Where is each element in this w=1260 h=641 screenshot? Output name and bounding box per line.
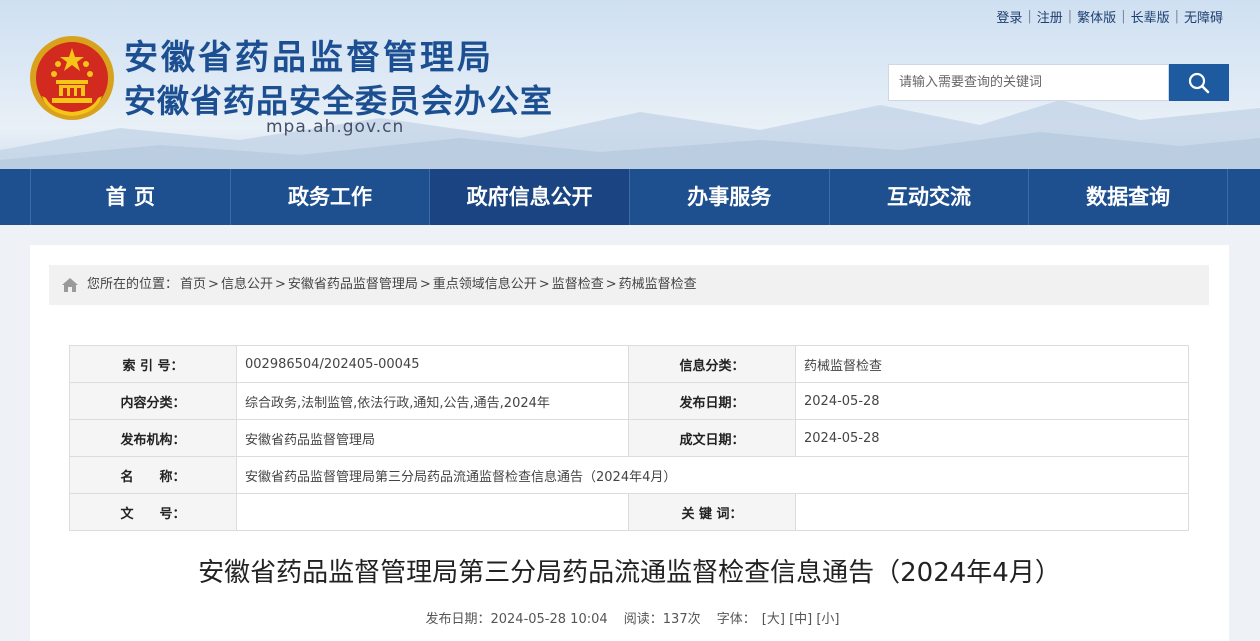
nav-data-query[interactable]: 数据查询 <box>1028 169 1228 225</box>
table-row: 内容分类： 综合政务,法制监管,依法行政,通知,公告,通告,2024年 发布日期… <box>69 382 1189 420</box>
index-label: 索 引 号： <box>69 345 237 383</box>
index-value: 002986504/202405-00045 <box>236 345 629 383</box>
nav-interaction[interactable]: 互动交流 <box>828 169 1029 225</box>
category-value: 药械监督检查 <box>795 345 1189 383</box>
name-label: 名 称： <box>69 456 237 494</box>
breadcrumb: 您所在的位置： 首页 > 信息公开 > 安徽省药品监督管理局 > 重点领域信息公… <box>49 265 1209 305</box>
site-header: 安徽省药品监督管理局 安徽省药品安全委员会办公室 mpa.ah.gov.cn 登… <box>0 0 1260 169</box>
written-date-value: 2024-05-28 <box>795 419 1189 457</box>
breadcrumb-item-bureau[interactable]: 安徽省药品监督管理局 <box>288 265 418 305</box>
breadcrumb-item-info-public[interactable]: 信息公开 <box>221 265 273 305</box>
site-title-primary: 安徽省药品监督管理局 <box>124 38 494 78</box>
publish-date-value: 2024-05-28 <box>795 382 1189 420</box>
table-row: 索 引 号： 002986504/202405-00045 信息分类： 药械监督… <box>69 345 1189 383</box>
search-icon <box>1188 72 1210 93</box>
table-row: 文 号： 关 键 词： <box>69 493 1189 531</box>
keywords-value <box>795 493 1189 531</box>
publisher-value: 安徽省药品监督管理局 <box>236 419 629 457</box>
breadcrumb-separator: > <box>208 277 219 292</box>
content-category-value: 综合政务,法制监管,依法行政,通知,公告,通告,2024年 <box>236 382 629 420</box>
home-icon <box>62 278 78 292</box>
nav-home[interactable]: 首 页 <box>30 169 230 225</box>
accessibility-link[interactable]: 无障碍 <box>1179 7 1228 26</box>
breadcrumb-separator: > <box>274 277 286 292</box>
table-row: 发布机构： 安徽省药品监督管理局 成文日期： 2024-05-28 <box>69 419 1189 457</box>
document-number-label: 文 号： <box>69 493 237 531</box>
document-number-value <box>236 493 629 531</box>
breadcrumb-separator: > <box>605 277 617 292</box>
nav-information-disclosure[interactable]: 政府信息公开 <box>429 169 629 225</box>
site-domain: mpa.ah.gov.cn <box>266 117 405 137</box>
main-content: 您所在的位置： 首页 > 信息公开 > 安徽省药品监督管理局 > 重点领域信息公… <box>30 245 1229 641</box>
national-emblem-icon <box>30 36 114 120</box>
metadata-table: 索 引 号： 002986504/202405-00045 信息分类： 药械监督… <box>69 345 1189 531</box>
category-label: 信息分类： <box>628 345 796 383</box>
search-input[interactable]: 请输入需要查询的关键词 <box>888 64 1169 101</box>
traditional-chinese-link[interactable]: 繁体版 <box>1072 7 1121 26</box>
article-views: 阅读：137次 <box>623 612 701 627</box>
breadcrumb-separator: > <box>538 277 550 292</box>
nav-services[interactable]: 办事服务 <box>628 169 829 225</box>
name-value: 安徽省药品监督管理局第三分局药品流通监督检查信息通告（2024年4月） <box>236 456 1189 494</box>
table-row: 名 称： 安徽省药品监督管理局第三分局药品流通监督检查信息通告（2024年4月） <box>69 456 1189 494</box>
article-publish-date: 发布日期：2024-05-28 10:04 <box>425 612 608 627</box>
font-small-button[interactable]: [小] <box>816 612 839 627</box>
main-nav: 首 页 政务工作 政府信息公开 办事服务 互动交流 数据查询 <box>0 169 1260 225</box>
top-links: 登录 | 注册 | 繁体版 | 长辈版 | 无障碍 <box>991 7 1228 26</box>
font-medium-button[interactable]: [中] <box>789 612 812 627</box>
register-link[interactable]: 注册 <box>1032 7 1068 26</box>
site-title-secondary: 安徽省药品安全委员会办公室 <box>124 82 554 120</box>
article-info: 发布日期：2024-05-28 10:04 阅读：137次 字体： [大] [中]… <box>30 608 1229 627</box>
font-large-button[interactable]: [大] <box>762 612 785 627</box>
article-title: 安徽省药品监督管理局第三分局药品流通监督检查信息通告（2024年4月） <box>198 558 1061 588</box>
search-button[interactable] <box>1169 64 1229 101</box>
written-date-label: 成文日期： <box>628 419 796 457</box>
breadcrumb-item-key-areas[interactable]: 重点领域信息公开 <box>433 265 537 305</box>
breadcrumb-separator: > <box>419 277 431 292</box>
keywords-label: 关 键 词： <box>628 493 796 531</box>
breadcrumb-item-supervision[interactable]: 监督检查 <box>552 265 604 305</box>
content-category-label: 内容分类： <box>69 382 237 420</box>
breadcrumb-item-drug-device-inspection[interactable]: 药械监督检查 <box>619 265 697 305</box>
publisher-label: 发布机构： <box>69 419 237 457</box>
breadcrumb-item-home[interactable]: 首页 <box>180 265 206 305</box>
nav-government-affairs[interactable]: 政务工作 <box>229 169 430 225</box>
elderly-mode-link[interactable]: 长辈版 <box>1126 7 1175 26</box>
publish-date-label: 发布日期： <box>628 382 796 420</box>
font-size-label: 字体： <box>716 612 756 627</box>
breadcrumb-prefix: 您所在的位置： <box>87 277 179 292</box>
login-link[interactable]: 登录 <box>991 7 1027 26</box>
